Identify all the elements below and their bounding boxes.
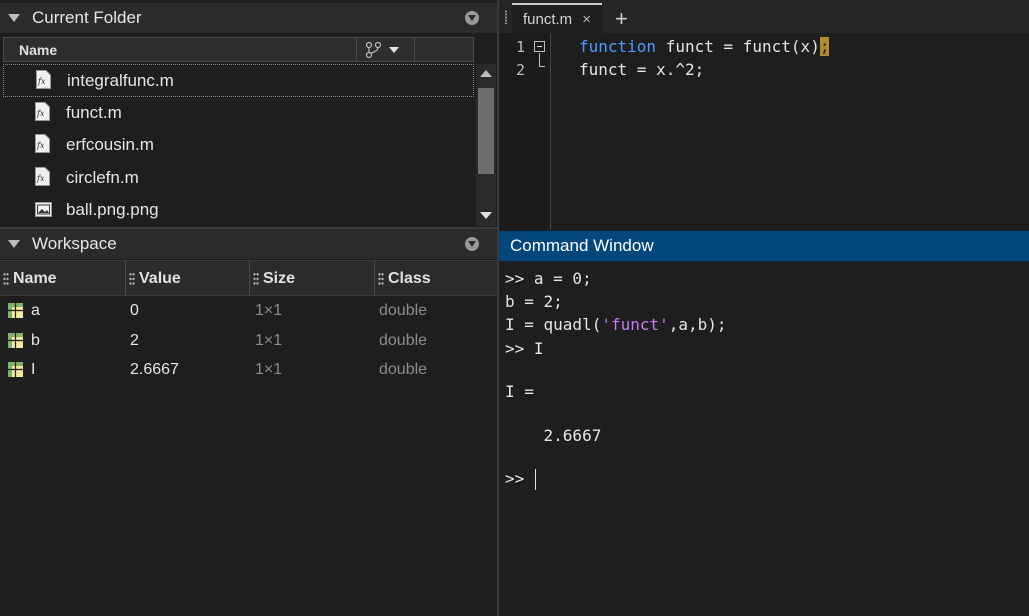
column-header-name[interactable]: Name [0, 261, 57, 296]
output-value: 2.6667 [505, 426, 602, 445]
svg-text:fx: fx [36, 141, 45, 150]
text-cursor [535, 469, 536, 490]
image-file-icon [35, 202, 52, 217]
tab-funct-m[interactable]: funct.m × [512, 3, 602, 33]
editor-tab-bar: funct.m × + [499, 0, 1029, 33]
workspace-header[interactable]: Workspace [0, 229, 497, 259]
current-folder-title: Current Folder [32, 8, 142, 27]
matrix-variable-icon [8, 362, 23, 377]
file-item-funct[interactable]: fx funct.m [3, 97, 474, 130]
file-name: circlefn.m [66, 167, 139, 187]
drag-grip-icon[interactable] [253, 271, 259, 286]
function-file-icon: fx [36, 70, 51, 89]
function-file-icon: fx [35, 134, 50, 153]
code-editor[interactable]: 1 2 function funct = funct(x); funct = x… [499, 33, 1029, 229]
workspace-title: Workspace [32, 234, 117, 253]
workspace-variable-list: a 0 1×1 double b 2 1×1 double I 2.6667 1… [0, 296, 497, 385]
command-line: >> a = 0; [505, 269, 592, 288]
code-line: funct = x.^2; [579, 60, 705, 79]
svg-text:fx: fx [36, 174, 45, 183]
file-item-ball-png[interactable]: ball.png.png [3, 194, 474, 227]
chevron-down-icon[interactable] [389, 47, 399, 53]
drag-grip-icon[interactable] [129, 271, 135, 286]
column-name-header[interactable]: Name [19, 42, 57, 58]
scroll-up-icon[interactable] [480, 70, 492, 77]
drag-grip-icon[interactable] [3, 271, 9, 286]
column-header-class[interactable]: Class [375, 261, 431, 296]
drag-grip-icon[interactable] [378, 271, 384, 286]
git-branch-icon[interactable] [364, 41, 384, 59]
panel-menu-icon[interactable] [465, 11, 479, 25]
line-number: 2 [516, 61, 526, 79]
column-header-value[interactable]: Value [126, 261, 181, 296]
command-line: >> I [505, 339, 544, 358]
table-row[interactable]: b 2 1×1 double [0, 326, 497, 356]
command-window-title: Command Window [510, 236, 654, 255]
current-folder-header[interactable]: Current Folder [0, 3, 497, 33]
file-name: ball.png.png [66, 200, 159, 219]
output-line: I = [505, 382, 534, 401]
current-folder-column-header: Name [3, 37, 474, 62]
line-number: 1 [516, 38, 526, 56]
add-tab-button[interactable]: + [615, 6, 628, 32]
svg-text:fx: fx [37, 77, 46, 86]
panel-menu-icon[interactable] [465, 237, 479, 251]
scrollbar-thumb[interactable] [478, 88, 494, 174]
close-icon[interactable]: × [582, 11, 591, 28]
file-name: funct.m [66, 102, 122, 122]
file-list: fx integralfunc.m fx funct.m fx erfcousi… [3, 64, 474, 228]
drag-grip-icon[interactable] [504, 10, 508, 24]
command-window[interactable]: >> a = 0; b = 2; I = quadl('funct',a,b);… [499, 261, 1029, 616]
collapse-icon[interactable] [8, 14, 20, 22]
command-window-header[interactable]: Command Window [499, 231, 1029, 261]
file-item-circlefn[interactable]: fx circlefn.m [3, 162, 474, 195]
function-file-icon: fx [35, 166, 50, 186]
file-item-erfcousin[interactable]: fx erfcousin.m [3, 129, 474, 162]
scroll-down-icon[interactable] [480, 212, 492, 219]
function-file-icon: fx [35, 101, 50, 121]
collapse-icon[interactable] [8, 240, 20, 248]
string-literal: 'funct' [601, 315, 669, 334]
file-item-integralfunc[interactable]: fx integralfunc.m [3, 64, 474, 97]
command-prompt[interactable]: >> [505, 469, 534, 488]
bracket-highlight: ; [819, 37, 830, 56]
svg-text:fx: fx [36, 109, 45, 118]
file-list-scrollbar[interactable] [476, 64, 496, 226]
file-name: erfcousin.m [66, 135, 154, 154]
code-line: function funct = funct(x); [579, 37, 830, 56]
file-name: integralfunc.m [67, 71, 174, 90]
command-line: b = 2; [505, 292, 563, 311]
command-line: I = quadl('funct',a,b); [505, 315, 727, 334]
fold-collapse-icon[interactable] [534, 41, 545, 52]
column-header-size[interactable]: Size [250, 261, 295, 296]
workspace-column-header: Name Value Size Class [0, 260, 497, 296]
table-row[interactable]: I 2.6667 1×1 double [0, 355, 497, 385]
table-row[interactable]: a 0 1×1 double [0, 296, 497, 326]
line-number-gutter: 1 2 [499, 33, 551, 229]
matrix-variable-icon [8, 303, 23, 318]
matrix-variable-icon [8, 332, 23, 348]
